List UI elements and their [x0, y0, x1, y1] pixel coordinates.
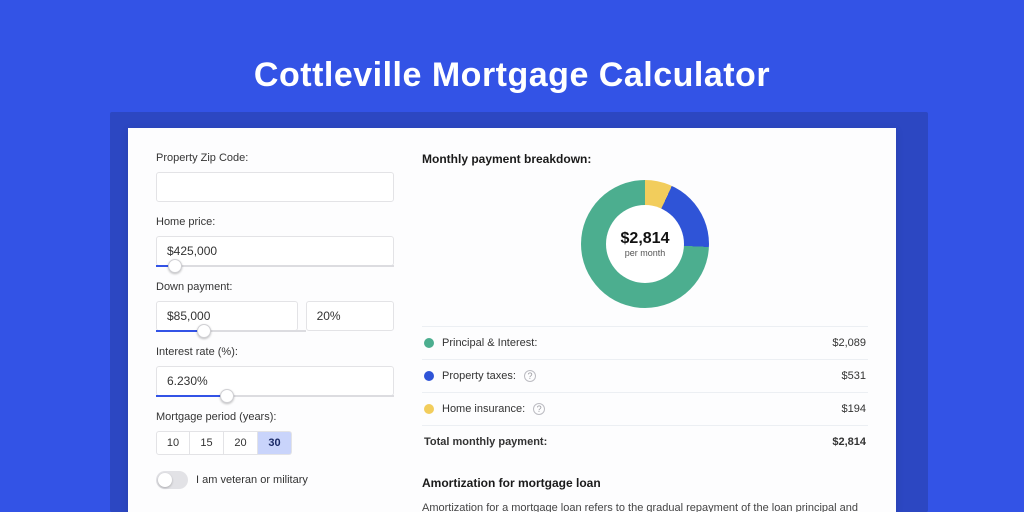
- period-option-20[interactable]: 20: [224, 431, 258, 455]
- home-price-label: Home price:: [156, 216, 394, 228]
- down-payment-label: Down payment:: [156, 281, 394, 293]
- legend-value: $531: [842, 370, 866, 382]
- legend-label: Property taxes:: [442, 370, 516, 382]
- page-root: Cottleville Mortgage Calculator Property…: [0, 0, 1024, 512]
- info-icon[interactable]: ?: [524, 370, 536, 382]
- field-interest-rate: Interest rate (%):: [156, 346, 394, 397]
- period-label: Mortgage period (years):: [156, 411, 394, 423]
- dot-icon: [424, 371, 434, 381]
- legend-value: $2,089: [832, 337, 866, 349]
- down-payment-amount-input[interactable]: [156, 301, 298, 331]
- legend-row-insurance: Home insurance: ? $194: [422, 393, 868, 426]
- calculator-card: Property Zip Code: Home price: Down paym…: [128, 128, 896, 512]
- dot-icon: [424, 338, 434, 348]
- total-label: Total monthly payment:: [424, 436, 547, 448]
- donut-center-value: $2,814: [621, 230, 670, 248]
- donut-center: $2,814 per month: [606, 205, 684, 283]
- veteran-row: I am veteran or military: [156, 471, 394, 489]
- legend-row-taxes: Property taxes: ? $531: [422, 360, 868, 393]
- results-column: Monthly payment breakdown: $2,814 per mo…: [422, 152, 868, 512]
- down-payment-slider[interactable]: [156, 330, 306, 332]
- down-payment-slider-thumb[interactable]: [197, 324, 211, 338]
- dot-icon: [424, 404, 434, 414]
- page-title: Cottleville Mortgage Calculator: [0, 0, 1024, 123]
- total-value: $2,814: [832, 436, 866, 448]
- info-icon[interactable]: ?: [533, 403, 545, 415]
- legend-label: Principal & Interest:: [442, 337, 537, 349]
- period-option-10[interactable]: 10: [156, 431, 190, 455]
- interest-rate-slider-fill: [156, 395, 227, 397]
- veteran-label: I am veteran or military: [196, 474, 308, 486]
- home-price-input[interactable]: [156, 236, 394, 266]
- legend-row-principal: Principal & Interest: $2,089: [422, 327, 868, 360]
- home-price-slider[interactable]: [156, 265, 394, 267]
- field-home-price: Home price:: [156, 216, 394, 267]
- period-option-30[interactable]: 30: [258, 431, 292, 455]
- amortization-text: Amortization for a mortgage loan refers …: [422, 500, 868, 512]
- veteran-toggle[interactable]: [156, 471, 188, 489]
- legend-value: $194: [842, 403, 866, 415]
- zip-label: Property Zip Code:: [156, 152, 394, 164]
- interest-rate-slider-thumb[interactable]: [220, 389, 234, 403]
- interest-rate-input[interactable]: [156, 366, 394, 396]
- donut-chart-wrap: $2,814 per month: [422, 174, 868, 326]
- period-segmented: 10 15 20 30: [156, 431, 394, 455]
- legend-row-total: Total monthly payment: $2,814: [422, 426, 868, 458]
- breakdown-title: Monthly payment breakdown:: [422, 152, 868, 166]
- down-payment-percent-input[interactable]: [306, 301, 394, 331]
- amortization-title: Amortization for mortgage loan: [422, 476, 868, 490]
- interest-rate-label: Interest rate (%):: [156, 346, 394, 358]
- field-down-payment: Down payment:: [156, 281, 394, 332]
- legend: Principal & Interest: $2,089 Property ta…: [422, 326, 868, 458]
- field-zip: Property Zip Code:: [156, 152, 394, 202]
- zip-input[interactable]: [156, 172, 394, 202]
- donut-center-sub: per month: [625, 248, 666, 258]
- interest-rate-slider[interactable]: [156, 395, 394, 397]
- period-option-15[interactable]: 15: [190, 431, 224, 455]
- legend-label: Home insurance:: [442, 403, 525, 415]
- donut-chart: $2,814 per month: [581, 180, 709, 308]
- form-column: Property Zip Code: Home price: Down paym…: [156, 152, 394, 512]
- home-price-slider-thumb[interactable]: [168, 259, 182, 273]
- field-period: Mortgage period (years): 10 15 20 30: [156, 411, 394, 455]
- amortization-section: Amortization for mortgage loan Amortizat…: [422, 476, 868, 512]
